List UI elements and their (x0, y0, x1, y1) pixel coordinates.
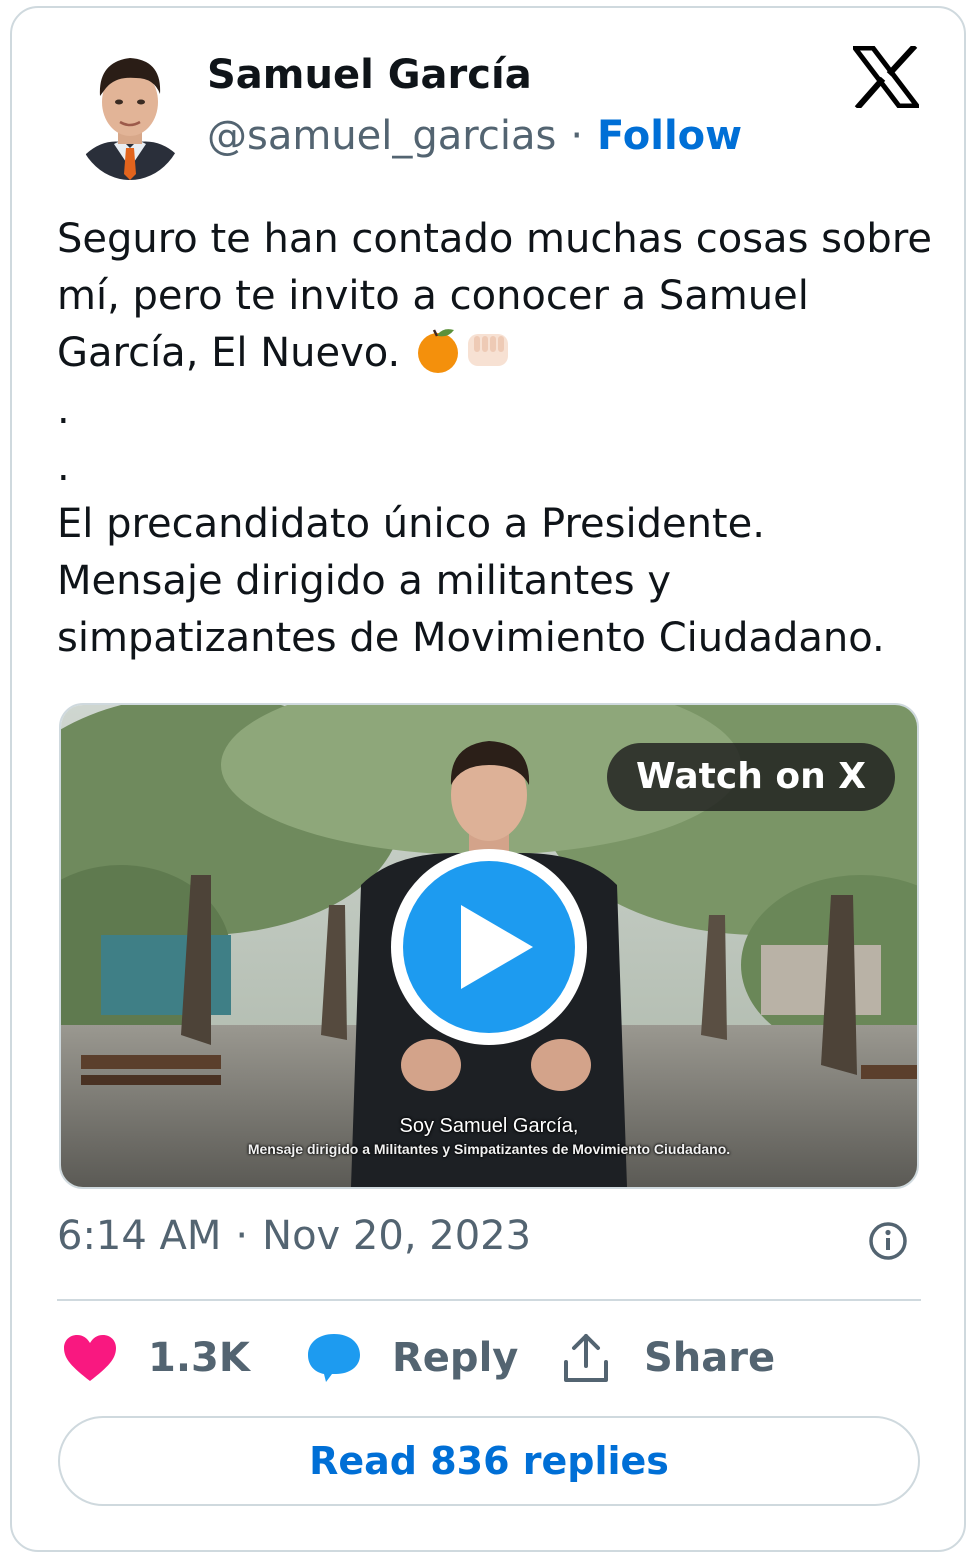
tweet-line: El precandidato único a Presidente. (57, 501, 765, 547)
tweet-line: Mensaje dirigido a militantes y (57, 558, 672, 604)
tweet-line: . (57, 387, 70, 433)
read-replies-button[interactable]: Read 836 replies (58, 1416, 920, 1506)
like-count: 1.3K (148, 1335, 250, 1381)
heart-icon (64, 1335, 116, 1381)
watch-on-x-button[interactable]: Watch on X (607, 743, 895, 811)
author-handle-line: @samuel_garcias · Follow (207, 113, 742, 159)
tweet-line-text: García, El Nuevo. (57, 330, 401, 376)
x-logo-icon[interactable] (853, 46, 919, 108)
tweet-line: simpatizantes de Movimiento Ciudadano. (57, 615, 885, 661)
share-label: Share (644, 1335, 776, 1381)
share-button[interactable]: Share (562, 1328, 775, 1388)
orange-emoji-icon (418, 329, 459, 373)
tweet-line: mí, pero te invito a conocer a Samuel (57, 273, 809, 319)
video-player[interactable]: Watch on X Soy Samuel García, Mensaje di… (59, 703, 919, 1189)
follow-button[interactable]: Follow (597, 113, 742, 159)
fist-emoji-icon (468, 334, 509, 366)
share-icon (564, 1334, 608, 1382)
divider (57, 1299, 921, 1301)
tweet-line: Seguro te han contado muchas cosas sobre (57, 216, 932, 262)
reply-button[interactable]: Reply (306, 1328, 518, 1388)
reply-label: Reply (392, 1335, 519, 1381)
author-handle[interactable]: @samuel_garcias (207, 113, 556, 159)
video-subtitle-line2: Mensaje dirigido a Militantes y Simpatiz… (247, 1141, 731, 1157)
like-button[interactable]: 1.3K (62, 1328, 250, 1388)
info-icon[interactable] (867, 1220, 909, 1262)
tweet-date: Nov 20, 2023 (262, 1213, 532, 1259)
play-icon[interactable] (389, 847, 589, 1047)
tweet-line: García, El Nuevo. (57, 325, 937, 382)
reply-bubble-icon (308, 1334, 360, 1382)
avatar[interactable] (76, 44, 184, 180)
author-name[interactable]: Samuel García (207, 52, 532, 98)
tweet-timestamp[interactable]: 6:14 AM · Nov 20, 2023 (57, 1213, 531, 1259)
video-subtitle-line1: Soy Samuel García, (399, 1115, 579, 1137)
handle-separator: · (570, 113, 584, 159)
tweet-line: . (57, 444, 70, 490)
tweet-text: Seguro te han contado muchas cosas sobre… (57, 211, 937, 667)
timestamp-separator: · (235, 1213, 249, 1259)
tweet-time: 6:14 AM (57, 1213, 222, 1259)
